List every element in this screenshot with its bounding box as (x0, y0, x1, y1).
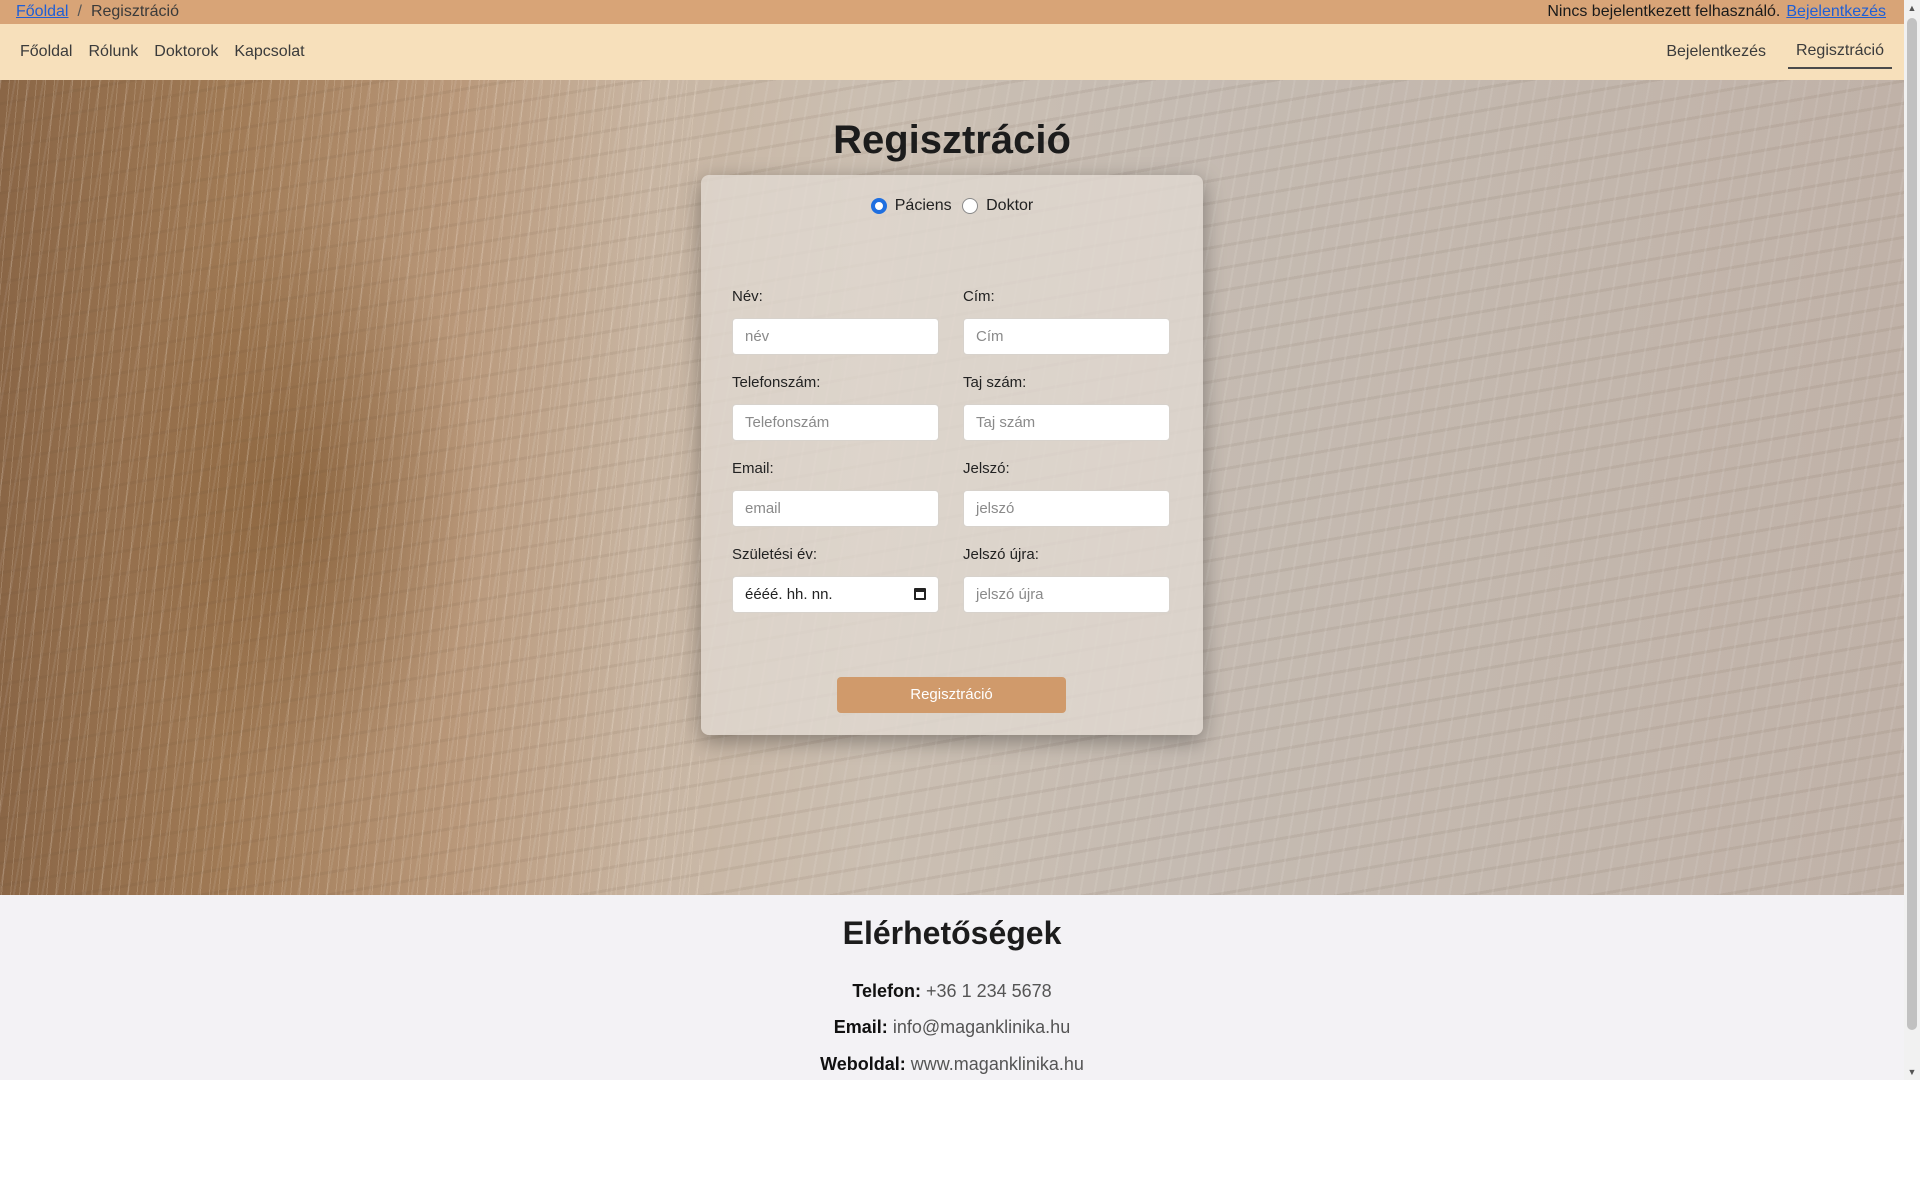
role-patient-radio[interactable] (870, 198, 887, 214)
register-button[interactable]: Regisztráció (837, 677, 1066, 713)
nav-home[interactable]: Főoldal (12, 24, 80, 80)
contact-email-label: Email: (833, 1017, 888, 1037)
breadcrumb: Főoldal / Regisztráció (16, 0, 179, 24)
contact-phone: Telefon: +36 1 234 5678 (0, 981, 1904, 1002)
page-scrollbar[interactable]: ▲ ▼ (1904, 0, 1920, 1080)
name-field-group: Név: név (732, 288, 939, 355)
address-input[interactable]: Cím (963, 318, 1170, 355)
taj-field-group: Taj szám: Taj szám (963, 374, 1170, 441)
page-title: Regisztráció (833, 118, 1071, 162)
birth-label: Születési év: (732, 546, 818, 563)
birth-date-input[interactable]: éééé. hh. nn. (732, 576, 939, 613)
role-patient[interactable]: Páciens (870, 197, 952, 215)
email-label: Email: (732, 460, 774, 477)
password-label: Jelszó: (963, 460, 1010, 477)
role-patient-label: Páciens (894, 197, 952, 214)
birth-date-value: éééé. hh. nn. (745, 586, 833, 603)
contact-web: Weboldal: www.maganklinika.hu (0, 1054, 1904, 1075)
scroll-down-icon[interactable]: ▼ (1904, 1064, 1920, 1080)
user-status: Nincs bejelentkezett felhasználó. Bejelen… (1547, 0, 1886, 24)
password2-field-group: Jelszó újra: jelszó újra (963, 546, 1170, 613)
nav-left: Főoldal Rólunk Doktorok Kapcsolat (12, 24, 313, 80)
nav-about[interactable]: Rólunk (80, 24, 146, 80)
breadcrumb-current: Regisztráció (90, 3, 179, 20)
password-input[interactable]: jelszó (963, 490, 1170, 527)
breadcrumb-home-link[interactable]: Főoldal (16, 3, 68, 20)
birth-field-group: Születési év: éééé. hh. nn. (732, 546, 939, 613)
scroll-thumb[interactable] (1907, 18, 1917, 1030)
top-bar: Főoldal / Regisztráció Nincs bejelentkezet… (0, 0, 1904, 24)
address-label: Cím: (963, 288, 995, 305)
top-login-link[interactable]: Bejelentkezés (1786, 3, 1886, 20)
nav-doctors[interactable]: Doktorok (146, 24, 226, 80)
role-doctor-radio[interactable] (962, 198, 979, 214)
nav-right: Bejelentkezés Regisztráció (1652, 24, 1892, 80)
phone-field-group: Telefonszám: Telefonszám (732, 374, 939, 441)
role-selector: Páciens Doktor (701, 197, 1203, 219)
registration-card: Páciens Doktor Név: név Cím: Cím Telefon… (701, 175, 1203, 735)
email-field-group: Email: email (732, 460, 939, 527)
password-field-group: Jelszó: jelszó (963, 460, 1170, 527)
contact-phone-label: Telefon: (852, 981, 922, 1001)
phone-input[interactable]: Telefonszám (732, 404, 939, 441)
scroll-up-icon[interactable]: ▲ (1904, 0, 1920, 16)
password2-input[interactable]: jelszó újra (963, 576, 1170, 613)
address-field-group: Cím: Cím (963, 288, 1170, 355)
nav-register[interactable]: Regisztráció (1787, 35, 1892, 69)
breadcrumb-separator: / (77, 3, 82, 20)
name-label: Név: (732, 288, 763, 305)
contact-web-label: Weboldal: (820, 1054, 906, 1074)
role-doctor-label: Doktor (986, 197, 1034, 214)
contacts-title: Elérhetőségek (842, 915, 1062, 951)
taj-input[interactable]: Taj szám (963, 404, 1170, 441)
taj-label: Taj szám: (963, 374, 1027, 391)
phone-label: Telefonszám: (732, 374, 821, 391)
email-input[interactable]: email (732, 490, 939, 527)
contact-email-value: info@maganklinika.hu (892, 1017, 1071, 1037)
contact-web-value: www.maganklinika.hu (910, 1054, 1084, 1074)
contact-email: Email: info@maganklinika.hu (0, 1017, 1904, 1038)
role-doctor[interactable]: Doktor (962, 197, 1033, 215)
nav-login[interactable]: Bejelentkezés (1652, 24, 1780, 80)
user-status-text: Nincs bejelentkezett felhasználó. (1547, 3, 1781, 20)
nav-contact[interactable]: Kapcsolat (226, 24, 312, 80)
contacts-section: Elérhetőségek Telefon: +36 1 234 5678 Em… (0, 895, 1904, 1080)
calendar-icon[interactable] (914, 588, 926, 600)
contact-phone-value: +36 1 234 5678 (926, 981, 1052, 1001)
name-input[interactable]: név (732, 318, 939, 355)
password2-label: Jelszó újra: (963, 546, 1039, 563)
navbar: Főoldal Rólunk Doktorok Kapcsolat Bejele… (0, 24, 1904, 80)
